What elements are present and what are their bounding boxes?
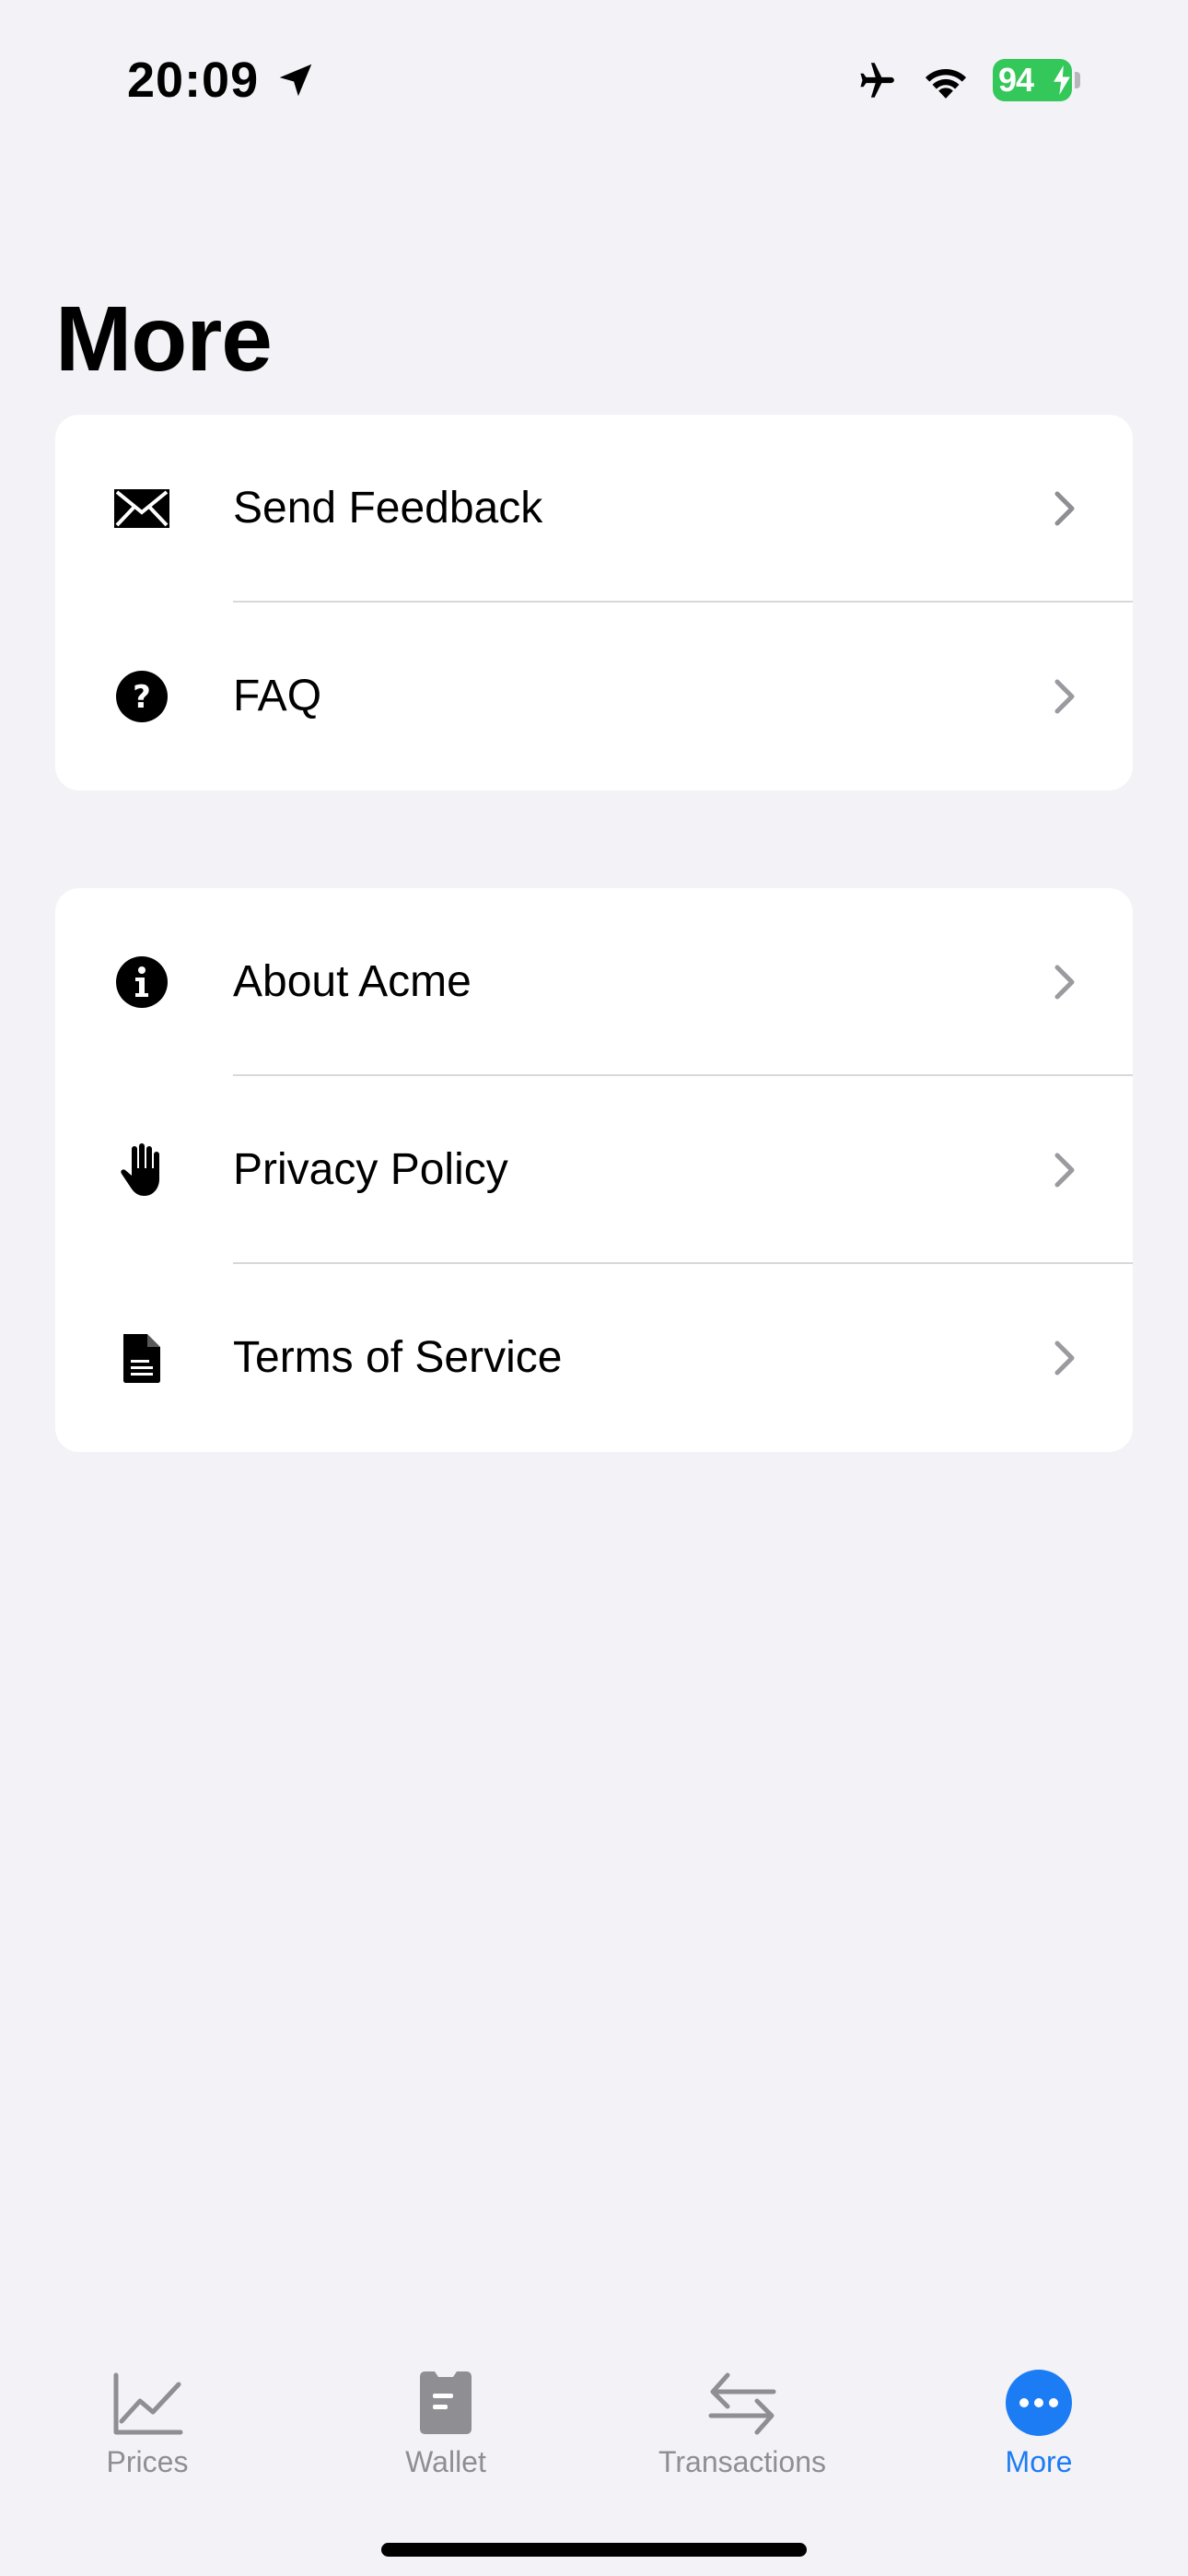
tab-label: Prices <box>106 2445 189 2478</box>
tab-label: Transactions <box>658 2445 826 2478</box>
list-item-label: Privacy Policy <box>233 1145 508 1194</box>
chevron-right-icon <box>1054 965 1075 1000</box>
chart-line-icon <box>113 2372 183 2435</box>
list-item-terms-of-service[interactable]: Terms of Service <box>55 1264 1133 1452</box>
tab-transactions[interactable]: Transactions <box>613 2340 871 2515</box>
tab-label: Wallet <box>405 2445 486 2478</box>
list-item-send-feedback[interactable]: Send Feedback <box>55 415 1133 603</box>
settings-group-legal: About Acme Privacy Policy Terms of Servi… <box>55 888 1133 1452</box>
list-item-label: Terms of Service <box>233 1333 563 1382</box>
page-title: More <box>55 287 273 391</box>
list-item-faq[interactable]: ? FAQ <box>55 603 1133 790</box>
question-circle-icon: ? <box>116 671 168 722</box>
status-bar: 20:09 94 <box>0 0 1188 157</box>
tab-prices[interactable]: Prices <box>18 2340 276 2515</box>
document-icon <box>123 1334 160 1383</box>
ellipsis-circle-icon <box>1006 2370 1072 2436</box>
wallet-icon <box>420 2371 472 2434</box>
battery-percent: 94 <box>998 61 1034 99</box>
arrows-exchange-icon <box>708 2372 776 2435</box>
list-item-privacy-policy[interactable]: Privacy Policy <box>55 1076 1133 1264</box>
list-item-label: Send Feedback <box>233 484 543 533</box>
chevron-right-icon <box>1054 679 1075 714</box>
chevron-right-icon <box>1054 491 1075 526</box>
tab-bar: Prices Wallet Transactions More <box>0 2340 1188 2576</box>
tab-wallet[interactable]: Wallet <box>317 2340 575 2515</box>
tab-label: More <box>1005 2445 1073 2478</box>
battery-cap <box>1075 72 1080 88</box>
tab-more[interactable]: More <box>910 2340 1168 2515</box>
svg-text:?: ? <box>133 679 151 716</box>
battery-icon: 94 <box>993 59 1072 101</box>
chevron-right-icon <box>1054 1153 1075 1188</box>
info-circle-icon <box>116 956 168 1008</box>
list-item-label: About Acme <box>233 957 472 1006</box>
list-item-about[interactable]: About Acme <box>55 888 1133 1076</box>
airplane-icon <box>860 63 894 98</box>
location-arrow-icon <box>279 64 312 97</box>
envelope-icon <box>114 489 169 528</box>
chevron-right-icon <box>1054 1341 1075 1376</box>
home-indicator[interactable] <box>381 2543 807 2557</box>
wifi-icon <box>925 68 967 99</box>
status-time: 20:09 <box>127 53 260 108</box>
charging-bolt-icon <box>1054 65 1070 95</box>
hand-raised-icon <box>121 1143 159 1196</box>
settings-group-support: Send Feedback ? FAQ <box>55 415 1133 790</box>
list-item-label: FAQ <box>233 672 322 720</box>
